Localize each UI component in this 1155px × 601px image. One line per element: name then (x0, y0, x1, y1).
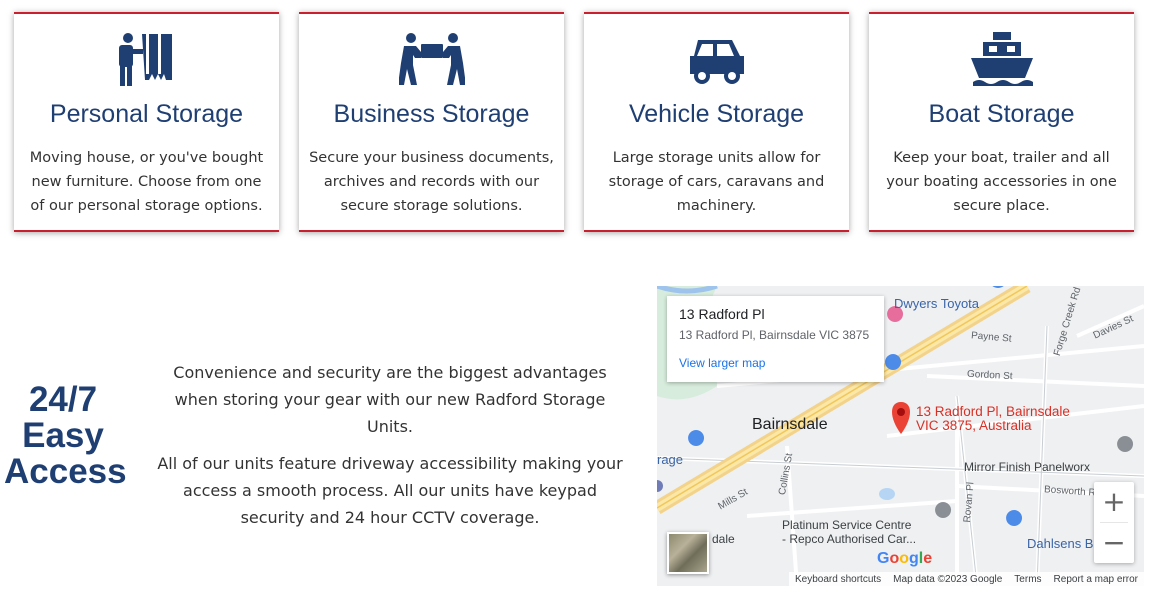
map-attribution-bar: Keyboard shortcuts Map data ©2023 Google… (789, 572, 1144, 586)
view-larger-map-link[interactable]: View larger map (679, 356, 872, 370)
mover-icon (14, 30, 279, 88)
service-card-boat[interactable]: Boat Storage Keep your boat, trailer and… (869, 12, 1134, 232)
access-paragraph: All of our units feature driveway access… (157, 454, 623, 527)
map-data-text: Map data ©2023 Google (893, 573, 1003, 585)
map-zoom-controls: + − (1094, 482, 1134, 563)
map-label-mirror: Mirror Finish Panelworx (964, 460, 1091, 474)
map-label-platinum-line: - Repco Authorised Car... (782, 532, 917, 546)
carrying-box-icon (299, 30, 564, 88)
satellite-toggle[interactable] (667, 532, 709, 574)
service-card-vehicle[interactable]: Vehicle Storage Large storage units allo… (584, 12, 849, 232)
map-label-gordon: Gordon St (966, 368, 1013, 383)
service-card-personal[interactable]: Personal Storage Moving house, or you've… (14, 12, 279, 232)
service-title: Personal Storage (49, 100, 244, 128)
map-label-rage: rage (657, 452, 684, 467)
access-heading: 24/7 Easy Access (4, 380, 127, 491)
service-card-business[interactable]: Business Storage Secure your business do… (299, 12, 564, 232)
services-row: Personal Storage Moving house, or you've… (14, 12, 1135, 232)
service-description: Secure your business documents, archives… (309, 150, 554, 214)
report-map-error-link[interactable]: Report a map error (1054, 574, 1138, 585)
map-label-platinum: Platinum Service Centre - Repco Authoris… (782, 518, 916, 546)
service-description: Moving house, or you've bought new furni… (29, 150, 264, 214)
zoom-in-button[interactable]: + (1094, 482, 1134, 522)
google-logo: Google (877, 550, 933, 567)
keyboard-shortcuts-link[interactable]: Keyboard shortcuts (795, 574, 881, 585)
access-description: Convenience and security are the biggest… (150, 359, 630, 541)
access-heading-line: 24/7 (28, 380, 98, 419)
service-description: Large storage units allow for storage of… (608, 150, 825, 214)
map-marker-label-line: VIC 3875, Australia (916, 418, 1032, 433)
map-label-dwyers: Dwyers Toyota (894, 296, 980, 311)
service-title: Business Storage (333, 100, 530, 128)
access-heading-line: Access (4, 452, 127, 491)
service-title: Vehicle Storage (628, 100, 805, 128)
car-icon (584, 30, 849, 88)
map-label-platinum-line: Platinum Service Centre (782, 518, 912, 532)
map-info-address: 13 Radford Pl, Bairnsdale VIC 3875 (679, 328, 870, 342)
access-paragraph: Convenience and security are the biggest… (173, 363, 607, 436)
map-label-dahlsens: Dahlsens B (1027, 536, 1094, 551)
zoom-out-button[interactable]: − (1094, 523, 1134, 563)
terms-link[interactable]: Terms (1014, 574, 1041, 585)
map-label-dale: dale (712, 532, 735, 546)
map-marker-label[interactable]: 13 Radford Pl, Bairnsdale VIC 3875, Aust… (916, 405, 1070, 433)
map-info-title: 13 Radford Pl (679, 306, 765, 322)
map-info-card: 13 Radford Pl 13 Radford Pl, Bairnsdale … (667, 296, 884, 382)
service-description: Keep your boat, trailer and all your boa… (886, 150, 1117, 214)
map-marker-label-line: 13 Radford Pl, Bairnsdale (916, 404, 1070, 419)
service-title: Boat Storage (928, 100, 1075, 128)
access-heading-line: Easy (22, 416, 104, 455)
embedded-map[interactable]: Dwyers Toyota Forge Creek Rd Davies St P… (657, 286, 1144, 586)
ship-icon (869, 30, 1134, 88)
map-label-bairnsdale: Bairnsdale (752, 416, 828, 433)
